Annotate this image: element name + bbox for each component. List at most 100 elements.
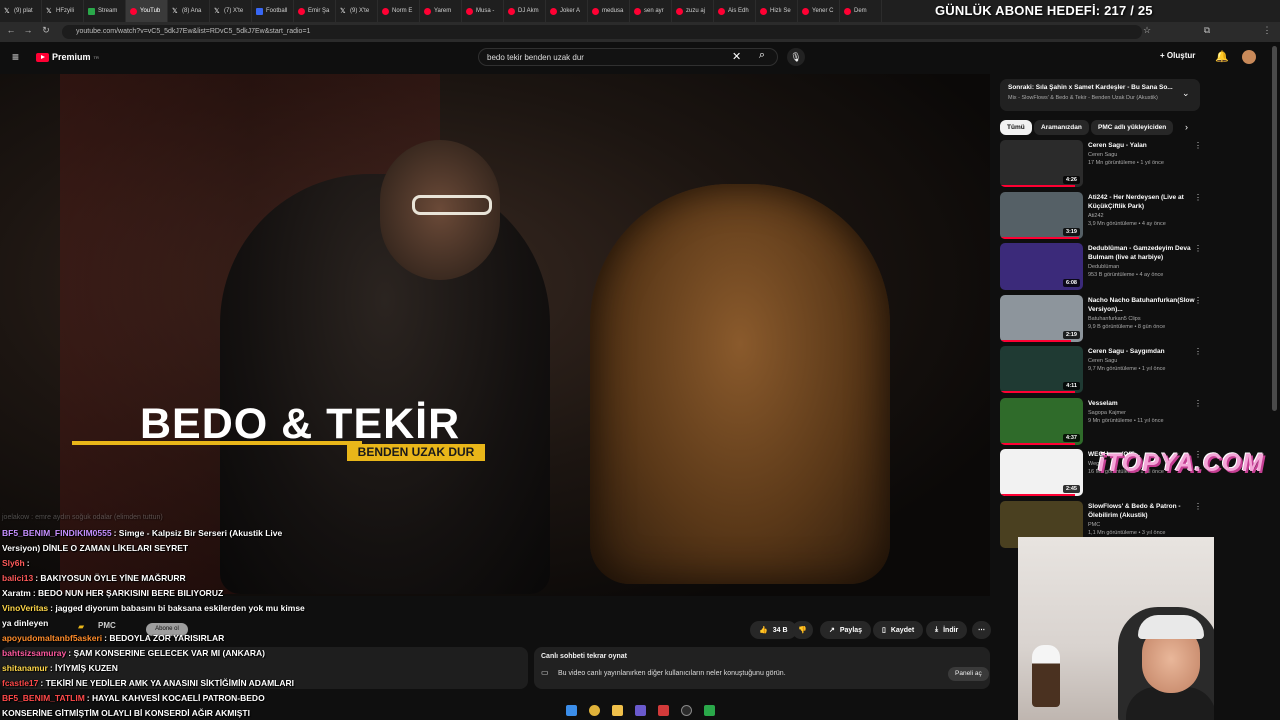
next-up-card[interactable]: Sonraki: Sıla Şahin x Samet Kardeşler - … [1000, 79, 1200, 111]
browser-tab[interactable]: Emir Şa [294, 0, 336, 22]
browser-tab[interactable]: Football [252, 0, 294, 22]
browser-tab[interactable]: Joker A [546, 0, 588, 22]
browser-tab[interactable]: 𝕏 (9) X'te [336, 0, 378, 22]
video-channel[interactable]: Dedublüman [1088, 264, 1119, 270]
video-options-icon[interactable]: ⋮ [1194, 141, 1202, 150]
related-video-item[interactable]: 2:19 Nacho Nacho Batuhanfurkan(Slow Versi… [1000, 294, 1205, 343]
video-channel[interactable]: PMC [1088, 522, 1100, 528]
video-options-icon[interactable]: ⋮ [1194, 399, 1202, 408]
hamburger-menu-icon[interactable]: ≡ [12, 50, 19, 64]
chevron-right-icon[interactable]: › [1185, 122, 1188, 132]
video-options-icon[interactable]: ⋮ [1194, 502, 1202, 511]
video-title[interactable]: Ceren Sagu - Saygımdan [1088, 347, 1196, 356]
chip-from-uploader[interactable]: PMC adlı yükleyiciden [1091, 120, 1174, 135]
obs-icon[interactable] [680, 704, 692, 716]
x-app-icon[interactable] [657, 704, 669, 716]
video-thumbnail[interactable]: 6:08 [1000, 243, 1083, 290]
video-thumbnail[interactable]: 4:11 [1000, 346, 1083, 393]
video-title[interactable]: Nacho Nacho Batuhanfurkan(Slow Versiyon)… [1088, 296, 1196, 314]
chat-text: KONSERİNE GİTMİŞTİM OLAYLI Bİ KONSERDİ A… [2, 708, 250, 718]
youtube-icon [130, 7, 137, 15]
browser-tab[interactable]: YouTub [126, 0, 168, 22]
video-title[interactable]: SlowFlows' & Bedo & Patron - Ölebilirim … [1088, 502, 1196, 520]
browser-tab[interactable]: DJ Akm [504, 0, 546, 22]
webcam-eagle-figurine [1032, 645, 1060, 707]
microphone-icon[interactable]: 🎙 [787, 48, 805, 66]
page-scrollbar[interactable] [1272, 46, 1277, 411]
like-button[interactable]: 👍 34 B [750, 621, 797, 639]
youtube-icon [676, 7, 683, 15]
download-button[interactable]: ⤓ İndir [926, 621, 968, 639]
browser-menu-icon[interactable]: ⋮ [1260, 25, 1274, 36]
browser-tab[interactable]: 𝕏 (9) plat [0, 0, 42, 22]
video-channel[interactable]: Batuhanfurkan5 Clips [1088, 316, 1141, 322]
video-thumbnail[interactable]: 3:19 [1000, 191, 1083, 239]
video-title[interactable]: Dedublüman - Gamzedeyim Deva Bulmam (liv… [1088, 244, 1196, 262]
browser-tab[interactable]: 𝕏 (8) Ana [168, 0, 210, 22]
notifications-bell-icon[interactable]: 🔔 [1215, 50, 1229, 63]
video-options-icon[interactable]: ⋮ [1194, 244, 1202, 253]
video-channel[interactable]: Ceren Sagu [1088, 358, 1117, 364]
browser-tab[interactable]: Ais Edh [714, 0, 756, 22]
chip-all[interactable]: Tümü [1000, 120, 1032, 135]
video-options-icon[interactable]: ⋮ [1194, 296, 1202, 305]
video-title[interactable]: Ati242 - Her Nerdeysen (Live at KüçükÇif… [1088, 193, 1196, 211]
url-field[interactable]: youtube.com/watch?v=vC5_5dkJ7Ew&list=RDv… [62, 25, 1142, 39]
save-icon: ▯ [882, 627, 886, 634]
related-video-item[interactable]: 4:37 Vesselam Sagopa Kajmer 9 Mn görüntülem… [1000, 397, 1205, 446]
browser-tab[interactable]: Musa - [462, 0, 504, 22]
start-menu-icon[interactable] [565, 704, 577, 716]
video-thumbnail[interactable]: 4:26 [1000, 140, 1083, 187]
browser-tab[interactable]: Hizlı Se [756, 0, 798, 22]
x-logo-icon: 𝕏 [4, 7, 10, 15]
browser-tab[interactable]: Stream [84, 0, 126, 22]
create-button[interactable]: + Oluştur [1160, 51, 1195, 60]
video-title[interactable]: Ceren Sagu - Yalan [1088, 141, 1196, 150]
video-channel[interactable]: Ati242 [1088, 213, 1104, 219]
extensions-icon[interactable]: ⧉ [1200, 25, 1214, 36]
back-icon[interactable]: ← [4, 25, 18, 35]
video-thumbnail[interactable]: 2:19 [1000, 294, 1083, 342]
chip-from-search[interactable]: Aramanızdan [1034, 120, 1089, 135]
spotify-icon[interactable] [703, 704, 715, 716]
discord-icon[interactable] [634, 704, 646, 716]
more-actions-button[interactable]: ⋯ [972, 621, 991, 639]
browser-tab-label: Joker A [560, 8, 581, 14]
related-video-item[interactable]: 3:19 Ati242 - Her Nerdeysen (Live at Küçü… [1000, 191, 1205, 240]
browser-tab[interactable]: 𝕏 HFzyili [42, 0, 84, 22]
related-video-item[interactable]: 6:08 Dedublüman - Gamzedeyim Deva Bulmam … [1000, 243, 1205, 291]
dislike-button[interactable]: 👎 [792, 621, 813, 639]
video-thumbnail[interactable]: 4:37 [1000, 397, 1083, 445]
avatar[interactable] [1242, 50, 1256, 64]
reload-icon[interactable]: ↻ [39, 25, 53, 36]
clear-search-icon[interactable]: ✕ [732, 50, 741, 63]
browser-tab[interactable]: Dem [840, 0, 882, 22]
browser-tab[interactable]: zuzu aj [672, 0, 714, 22]
chrome-icon[interactable] [588, 704, 600, 716]
video-options-icon[interactable]: ⋮ [1194, 347, 1202, 356]
browser-tab[interactable]: Yener C [798, 0, 840, 22]
video-title[interactable]: Vesselam [1088, 399, 1196, 408]
video-channel[interactable]: Sagopa Kajmer [1088, 410, 1126, 416]
related-video-item[interactable]: 4:11 Ceren Sagu - Saygımdan Ceren Sagu 9,7 … [1000, 346, 1205, 394]
open-panel-button[interactable]: Paneli aç [948, 667, 989, 681]
bookmark-star-icon[interactable]: ☆ [1140, 25, 1154, 36]
save-button[interactable]: ▯ Kaydet [873, 621, 924, 639]
browser-tab[interactable]: medusa [588, 0, 630, 22]
chevron-down-icon[interactable]: ⌄ [1182, 88, 1190, 99]
share-button[interactable]: ↗ Paylaş [820, 621, 872, 639]
browser-tab[interactable]: 𝕏 (7) X'te [210, 0, 252, 22]
related-video-item[interactable]: 4:26 Ceren Sagu - Yalan Ceren Sagu 17 Mn gö… [1000, 140, 1205, 188]
video-channel[interactable]: Ceren Sagu [1088, 152, 1117, 158]
file-explorer-icon[interactable] [611, 704, 623, 716]
video-options-icon[interactable]: ⋮ [1194, 193, 1202, 202]
browser-tab[interactable]: sen ayr [630, 0, 672, 22]
video-thumbnail[interactable]: 2:45 [1000, 449, 1083, 496]
forward-icon[interactable]: → [21, 25, 35, 35]
browser-tab[interactable]: Yarem [420, 0, 462, 22]
logo-country: TR [93, 54, 99, 60]
search-icon[interactable]: ⌕ [752, 49, 772, 65]
youtube-premium-logo[interactable]: Premium TR [36, 52, 99, 62]
browser-tab[interactable]: Norm E [378, 0, 420, 22]
youtube-icon [718, 7, 725, 15]
